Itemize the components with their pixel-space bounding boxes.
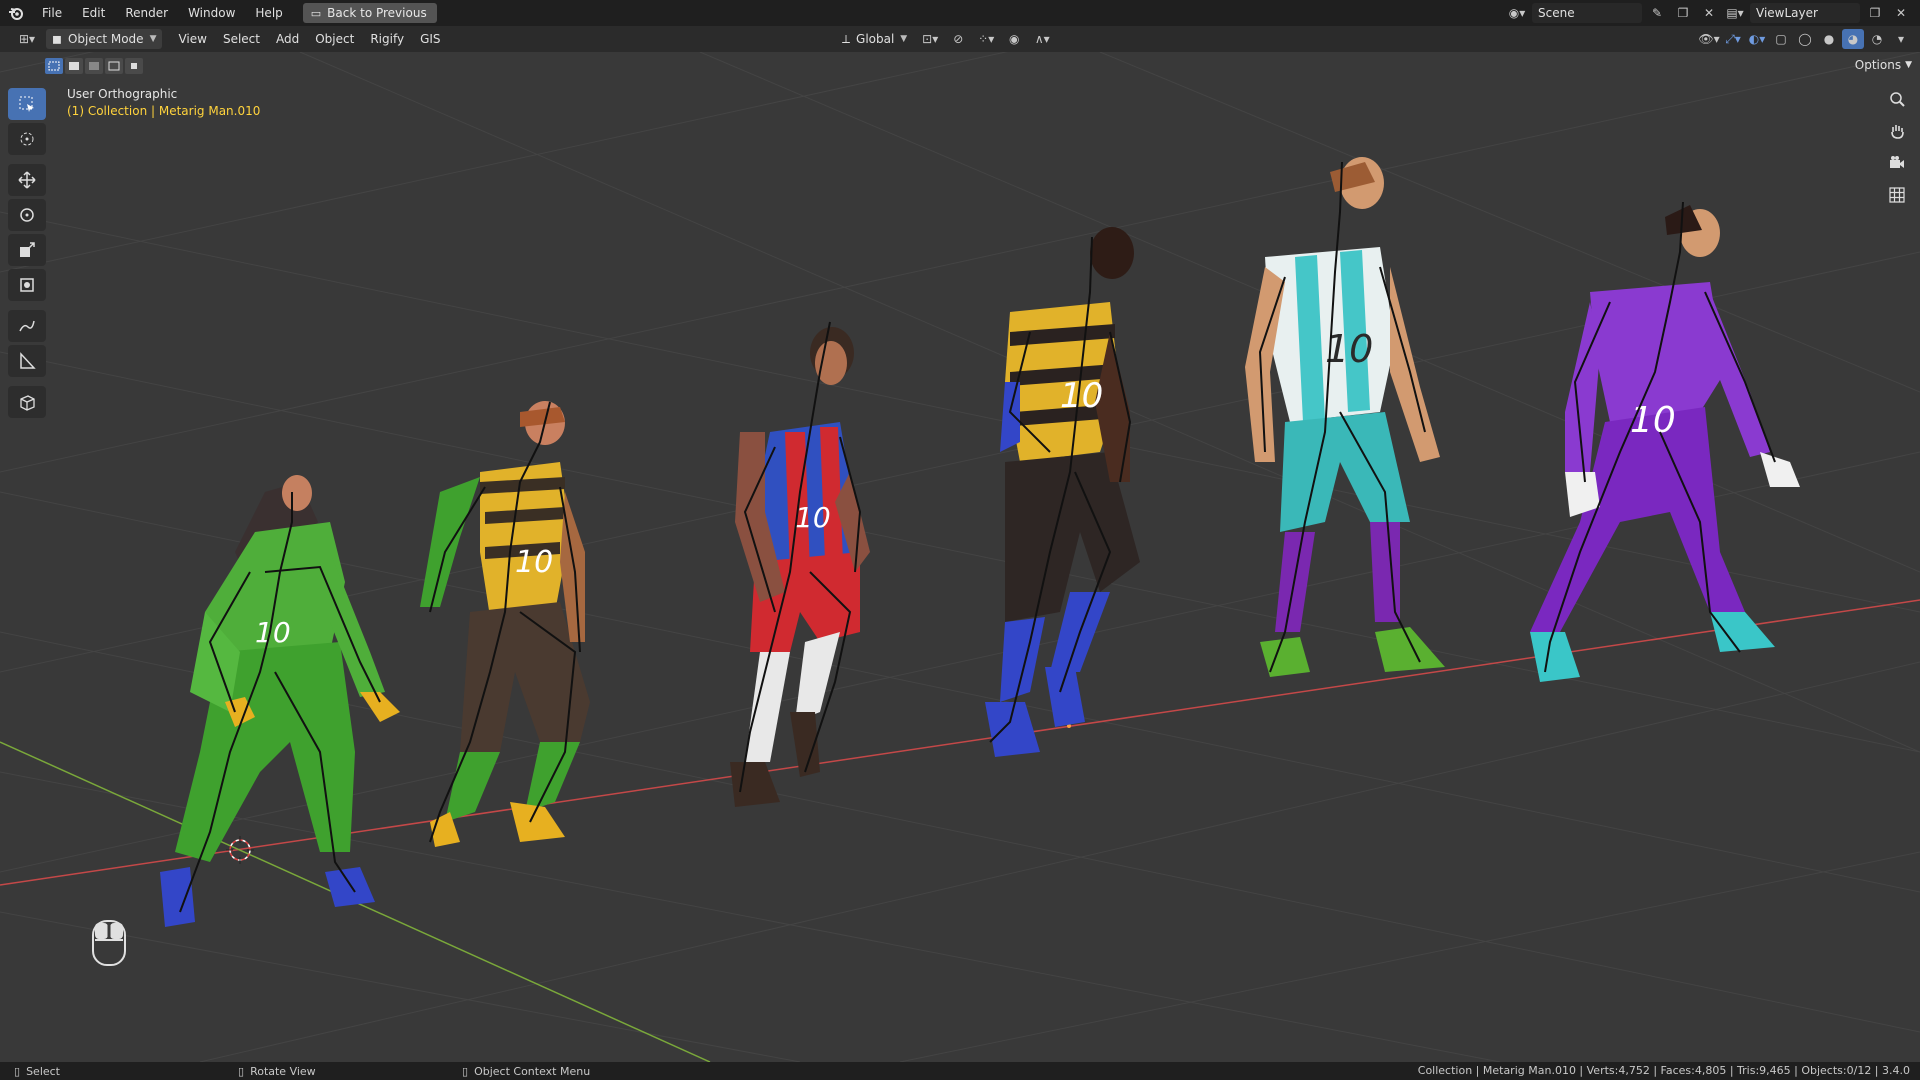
menu-render[interactable]: Render [115, 0, 178, 26]
status-select-label: Select [26, 1064, 60, 1078]
jersey-number: 10 [1060, 376, 1103, 416]
object-mode-icon: ◼ [52, 32, 62, 46]
jersey-number: 10 [1630, 400, 1676, 441]
mode-label: Object Mode [67, 32, 144, 46]
transform-orientation-dropdown[interactable]: ⟂ Global ▼ [836, 29, 913, 49]
screen-icon: ▭ [310, 6, 322, 20]
status-select-hint: ▯ Select [14, 1065, 224, 1078]
orientation-label: Global [856, 32, 895, 46]
view-layer-name: ViewLayer [1756, 6, 1818, 20]
options-label: Options [1854, 58, 1902, 72]
chevron-down-icon: ▼ [900, 34, 908, 44]
transform-tool-icon[interactable] [8, 269, 46, 301]
view-name-label: User Orthographic [67, 87, 178, 101]
rotate-tool-icon[interactable] [8, 199, 46, 231]
annotate-tool-icon[interactable] [8, 310, 46, 342]
camera-view-icon[interactable] [1884, 150, 1910, 176]
mouse-right-icon: ▯ [462, 1064, 469, 1078]
back-to-previous-label: Back to Previous [327, 6, 427, 20]
status-rotate-label: Rotate View [250, 1064, 316, 1078]
rendered-shading-icon[interactable]: ◔ [1866, 29, 1888, 49]
status-rotate-hint: ▯ Rotate View [238, 1065, 448, 1078]
shading-controls: 👁▾ ⤢▾ ◐▾ ▢ ◯ ● ◕ ◔ ▾ [1698, 29, 1912, 49]
jersey-number: 10 [1325, 327, 1373, 371]
pin-icon[interactable]: ✎ [1646, 3, 1668, 23]
scene-name: Scene [1538, 6, 1575, 20]
material-shading-icon[interactable]: ◕ [1842, 29, 1864, 49]
select-mode-buttons [45, 58, 143, 74]
move-tool-icon[interactable] [8, 164, 46, 196]
viewport-header: ⊞▾ ◼ Object Mode ▼ View Select Add Objec… [0, 26, 1920, 52]
3d-viewport[interactable]: 10 10 10 10 10 10 User Orthographic (1) … [0, 52, 1920, 1062]
header-menu-add[interactable]: Add [268, 32, 307, 46]
select-intersect-icon[interactable] [125, 58, 143, 74]
view-layer-field[interactable]: ViewLayer [1750, 3, 1860, 23]
snap-target-icon[interactable]: ⁘▾ [975, 29, 997, 49]
view-layer-browse-icon[interactable]: ▤▾ [1724, 3, 1746, 23]
active-object-label: (1) Collection | Metarig Man.010 [67, 104, 261, 118]
zoom-icon[interactable] [1884, 86, 1910, 112]
header-menu-gis[interactable]: GIS [412, 32, 448, 46]
delete-scene-icon[interactable]: ✕ [1698, 3, 1720, 23]
status-context-label: Object Context Menu [474, 1064, 591, 1078]
scene-browse-icon[interactable]: ◉▾ [1506, 3, 1528, 23]
scene-name-field[interactable]: Scene [1532, 3, 1642, 23]
snap-icon[interactable]: ⊘ [947, 29, 969, 49]
xray-icon[interactable]: ▢ [1770, 29, 1792, 49]
select-invert-icon[interactable] [105, 58, 123, 74]
delete-view-layer-icon[interactable]: ✕ [1890, 3, 1912, 23]
header-menu-view[interactable]: View [170, 32, 214, 46]
falloff-icon[interactable]: ∧▾ [1031, 29, 1053, 49]
blender-logo-icon[interactable] [0, 0, 32, 26]
header-menu-rigify[interactable]: Rigify [362, 32, 412, 46]
proportional-edit-icon[interactable]: ◉ [1003, 29, 1025, 49]
select-extend-icon[interactable] [65, 58, 83, 74]
top-menu-bar: File Edit Render Window Help ▭ Back to P… [0, 0, 1920, 26]
new-scene-icon[interactable]: ❐ [1672, 3, 1694, 23]
select-box-tool-icon[interactable] [8, 88, 46, 120]
status-bar: ▯ Select ▯ Rotate View ▯ Object Context … [0, 1062, 1920, 1080]
visibility-icon[interactable]: 👁▾ [1698, 29, 1720, 49]
menu-edit[interactable]: Edit [72, 0, 115, 26]
navigation-gizmo [1884, 86, 1912, 208]
jersey-number: 10 [515, 545, 553, 580]
scene-controls: ◉▾ Scene ✎ ❐ ✕ ▤▾ ViewLayer ❐ ✕ [1506, 0, 1920, 26]
mouse-middle-icon: ▯ [238, 1064, 245, 1078]
measure-tool-icon[interactable] [8, 345, 46, 377]
chevron-down-icon: ▼ [149, 34, 157, 44]
orientation-icon: ⟂ [842, 31, 851, 46]
gizmo-toggle-icon[interactable]: ⤢▾ [1722, 29, 1744, 49]
menu-help[interactable]: Help [245, 0, 292, 26]
scale-tool-icon[interactable] [8, 234, 46, 266]
chevron-down-icon: ▼ [1905, 60, 1912, 70]
wireframe-shading-icon[interactable]: ◯ [1794, 29, 1816, 49]
shading-options-icon[interactable]: ▾ [1890, 29, 1912, 49]
status-context-hint: ▯ Object Context Menu [462, 1065, 590, 1078]
scene-statistics: Collection | Metarig Man.010 | Verts:4,7… [1417, 1064, 1910, 1077]
back-to-previous-button[interactable]: ▭ Back to Previous [302, 3, 437, 23]
header-menu-object[interactable]: Object [307, 32, 362, 46]
overlay-toggle-icon[interactable]: ◐▾ [1746, 29, 1768, 49]
options-dropdown[interactable]: Options ▼ [1855, 58, 1912, 72]
ortho-grid-icon[interactable] [1884, 182, 1910, 208]
jersey-number: 10 [795, 501, 831, 534]
new-view-layer-icon[interactable]: ❐ [1864, 3, 1886, 23]
pivot-point-icon[interactable]: ⊡▾ [919, 29, 941, 49]
mouse-input-icon [92, 920, 126, 969]
header-menu-select[interactable]: Select [215, 32, 268, 46]
viewport-scene: 10 10 10 10 10 10 [0, 52, 1920, 1062]
add-cube-tool-icon[interactable] [8, 386, 46, 418]
pan-hand-icon[interactable] [1884, 118, 1910, 144]
mouse-left-icon: ▯ [14, 1064, 21, 1078]
cursor-tool-icon[interactable] [8, 123, 46, 155]
editor-type-icon[interactable]: ⊞▾ [12, 29, 42, 49]
select-new-icon[interactable] [45, 58, 63, 74]
mode-dropdown[interactable]: ◼ Object Mode ▼ [46, 29, 163, 49]
select-subtract-icon[interactable] [85, 58, 103, 74]
transform-controls: ⟂ Global ▼ ⊡▾ ⊘ ⁘▾ ◉ ∧▾ [836, 29, 1053, 49]
menu-file[interactable]: File [32, 0, 72, 26]
menu-window[interactable]: Window [178, 0, 245, 26]
tool-shelf [8, 88, 48, 421]
solid-shading-icon[interactable]: ● [1818, 29, 1840, 49]
